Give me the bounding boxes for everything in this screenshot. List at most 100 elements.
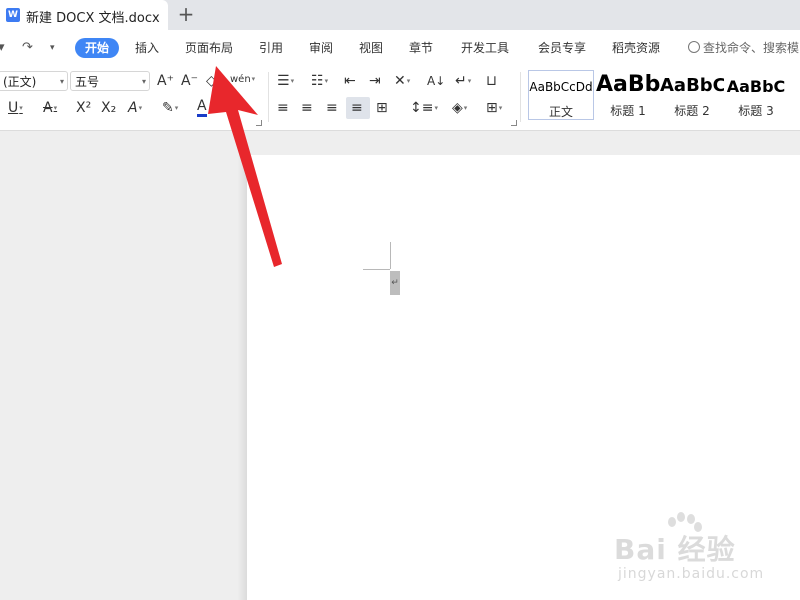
- shrink-font-icon[interactable]: A⁻: [181, 72, 198, 90]
- text-effects-icon[interactable]: A▾: [128, 99, 142, 117]
- grow-font-icon[interactable]: A⁺: [157, 72, 174, 90]
- font-size-select[interactable]: 五号 ▾: [70, 71, 150, 91]
- document-tab[interactable]: W 新建 DOCX 文档.docx: [0, 0, 168, 30]
- chevron-down-icon: ▾: [251, 75, 256, 83]
- shading-icon[interactable]: ◈▾: [452, 99, 467, 117]
- sort-icon[interactable]: A↓: [427, 72, 445, 90]
- menu-bar: ▾ ↷ ▾ 开始 插入 页面布局 引用 审阅 视图 章节 开发工具 会员专享 稻…: [0, 30, 800, 66]
- strikethrough-icon[interactable]: A▾: [43, 99, 57, 117]
- menu-tab-page-layout[interactable]: 页面布局: [185, 39, 233, 57]
- bullets-glyph: ☰: [277, 73, 290, 89]
- chevron-down-icon: ▾: [53, 104, 58, 112]
- search-icon: [688, 41, 700, 53]
- new-tab-button[interactable]: +: [176, 2, 196, 26]
- chevron-down-icon: ▾: [138, 104, 143, 112]
- menu-tab-home[interactable]: 开始: [75, 38, 120, 58]
- style-sample: AaBbC: [726, 77, 786, 96]
- align-left-icon[interactable]: ≡: [277, 99, 289, 117]
- borders-glyph: ⊞: [486, 100, 498, 116]
- menu-tab-review[interactable]: 审阅: [309, 39, 333, 57]
- style-sample: AaBb: [596, 72, 660, 97]
- distributed-align-icon[interactable]: ⊞: [376, 99, 388, 117]
- watermark-url: jingyan.baidu.com: [618, 566, 765, 582]
- highlight-glyph: ✎: [162, 100, 174, 116]
- document-tab-title: 新建 DOCX 文档.docx: [26, 11, 160, 26]
- phonetic-guide-icon[interactable]: wén▾: [230, 70, 255, 89]
- chevron-down-icon: ▾: [467, 77, 472, 85]
- numbering-glyph: ☷: [311, 73, 324, 89]
- menu-tab-insert[interactable]: 插入: [135, 39, 159, 57]
- subscript-icon[interactable]: X₂: [101, 99, 116, 117]
- underline-icon[interactable]: U▾: [8, 99, 23, 117]
- chevron-down-icon: ▾: [463, 104, 468, 112]
- page-shadow: [237, 155, 247, 600]
- quick-access-more-icon[interactable]: ▾: [50, 40, 55, 56]
- style-heading-1[interactable]: AaBb 标题 1: [596, 70, 660, 120]
- chevron-down-icon: ▾: [174, 104, 179, 112]
- font-name-select[interactable]: (正文) ▾: [0, 71, 68, 91]
- undo-dropdown-icon[interactable]: ▾: [0, 40, 5, 56]
- chevron-down-icon: ▾: [141, 77, 146, 86]
- clear-formatting-icon[interactable]: ◇: [206, 72, 217, 90]
- chevron-down-icon: ▾: [59, 77, 64, 86]
- style-label: 标题 2: [674, 104, 710, 118]
- decrease-indent-icon[interactable]: ⇤: [344, 72, 356, 90]
- chinese-layout-icon[interactable]: ✕▾: [394, 72, 410, 90]
- search-placeholder: 查找命令、搜索模: [703, 41, 800, 55]
- chevron-down-icon: ▾: [324, 77, 329, 85]
- ribbon-separator: [268, 72, 269, 122]
- chevron-down-icon: ▾: [498, 104, 503, 112]
- style-label: 标题 3: [738, 104, 774, 118]
- underline-glyph: U: [8, 100, 19, 116]
- menu-tab-references[interactable]: 引用: [259, 39, 283, 57]
- menu-tab-docer-resources[interactable]: 稻壳资源: [612, 39, 660, 57]
- font-color-icon[interactable]: A: [197, 98, 207, 117]
- wps-writer-icon: W: [6, 8, 20, 22]
- increase-indent-icon[interactable]: ⇥: [369, 72, 381, 90]
- font-color-glyph: A: [197, 98, 207, 114]
- show-marks-glyph: ↵: [455, 73, 467, 89]
- paragraph-dialog-launcher[interactable]: [511, 120, 517, 126]
- chevron-down-icon: ▾: [406, 77, 411, 85]
- bullets-icon[interactable]: ☰▾: [277, 72, 294, 90]
- style-sample: AaBbCcDd: [529, 80, 593, 94]
- chevron-down-icon: ▾: [290, 77, 295, 85]
- menu-tab-view[interactable]: 视图: [359, 39, 383, 57]
- phonetic-guide-label: wén: [230, 74, 251, 85]
- watermark-brand: Bai 经验: [614, 533, 736, 566]
- margin-corner-mark: [363, 269, 390, 270]
- margin-corner-mark: [390, 242, 391, 269]
- chevron-down-icon: ▾: [19, 104, 23, 112]
- style-normal[interactable]: AaBbCcDd 正文: [528, 70, 594, 120]
- borders-icon[interactable]: ⊞▾: [486, 99, 502, 117]
- redo-icon[interactable]: ↷: [22, 40, 33, 56]
- align-right-icon[interactable]: ≡: [326, 99, 338, 117]
- tab-bar: W 新建 DOCX 文档.docx +: [0, 0, 800, 30]
- line-spacing-icon[interactable]: ↕≡▾: [410, 99, 438, 117]
- command-search-box[interactable]: 查找命令、搜索模: [688, 39, 799, 57]
- strikethrough-glyph: A: [43, 100, 53, 116]
- shading-glyph: ◈: [452, 100, 463, 116]
- chinese-layout-glyph: ✕: [394, 73, 406, 89]
- ruler-icon[interactable]: ⊔: [486, 72, 497, 90]
- style-label: 正文: [548, 105, 573, 119]
- font-dialog-launcher[interactable]: [256, 120, 262, 126]
- justify-icon[interactable]: ≡: [351, 99, 363, 117]
- menu-tab-member[interactable]: 会员专享: [538, 39, 586, 57]
- show-paragraph-marks-icon[interactable]: ↵▾: [455, 72, 471, 90]
- paragraph-mark[interactable]: ↵: [390, 271, 400, 295]
- ribbon-separator: [520, 72, 521, 122]
- highlight-icon[interactable]: ✎▾: [162, 99, 178, 117]
- menu-tab-sections[interactable]: 章节: [409, 39, 433, 57]
- align-center-icon[interactable]: ≡: [301, 99, 313, 117]
- menu-tab-developer[interactable]: 开发工具: [461, 39, 509, 57]
- numbering-icon[interactable]: ☷▾: [311, 72, 328, 90]
- style-heading-2[interactable]: AaBbC 标题 2: [660, 70, 724, 120]
- line-spacing-glyph: ↕≡: [410, 100, 434, 116]
- chevron-down-icon: ▾: [434, 104, 438, 112]
- style-heading-3[interactable]: AaBbC 标题 3: [724, 70, 788, 120]
- style-label: 标题 1: [610, 104, 646, 118]
- styles-gallery: AaBbCcDd 正文 AaBb 标题 1 AaBbC 标题 2 AaBbC 标…: [526, 70, 800, 122]
- superscript-icon[interactable]: X²: [76, 99, 91, 117]
- style-sample: AaBbC: [660, 75, 724, 96]
